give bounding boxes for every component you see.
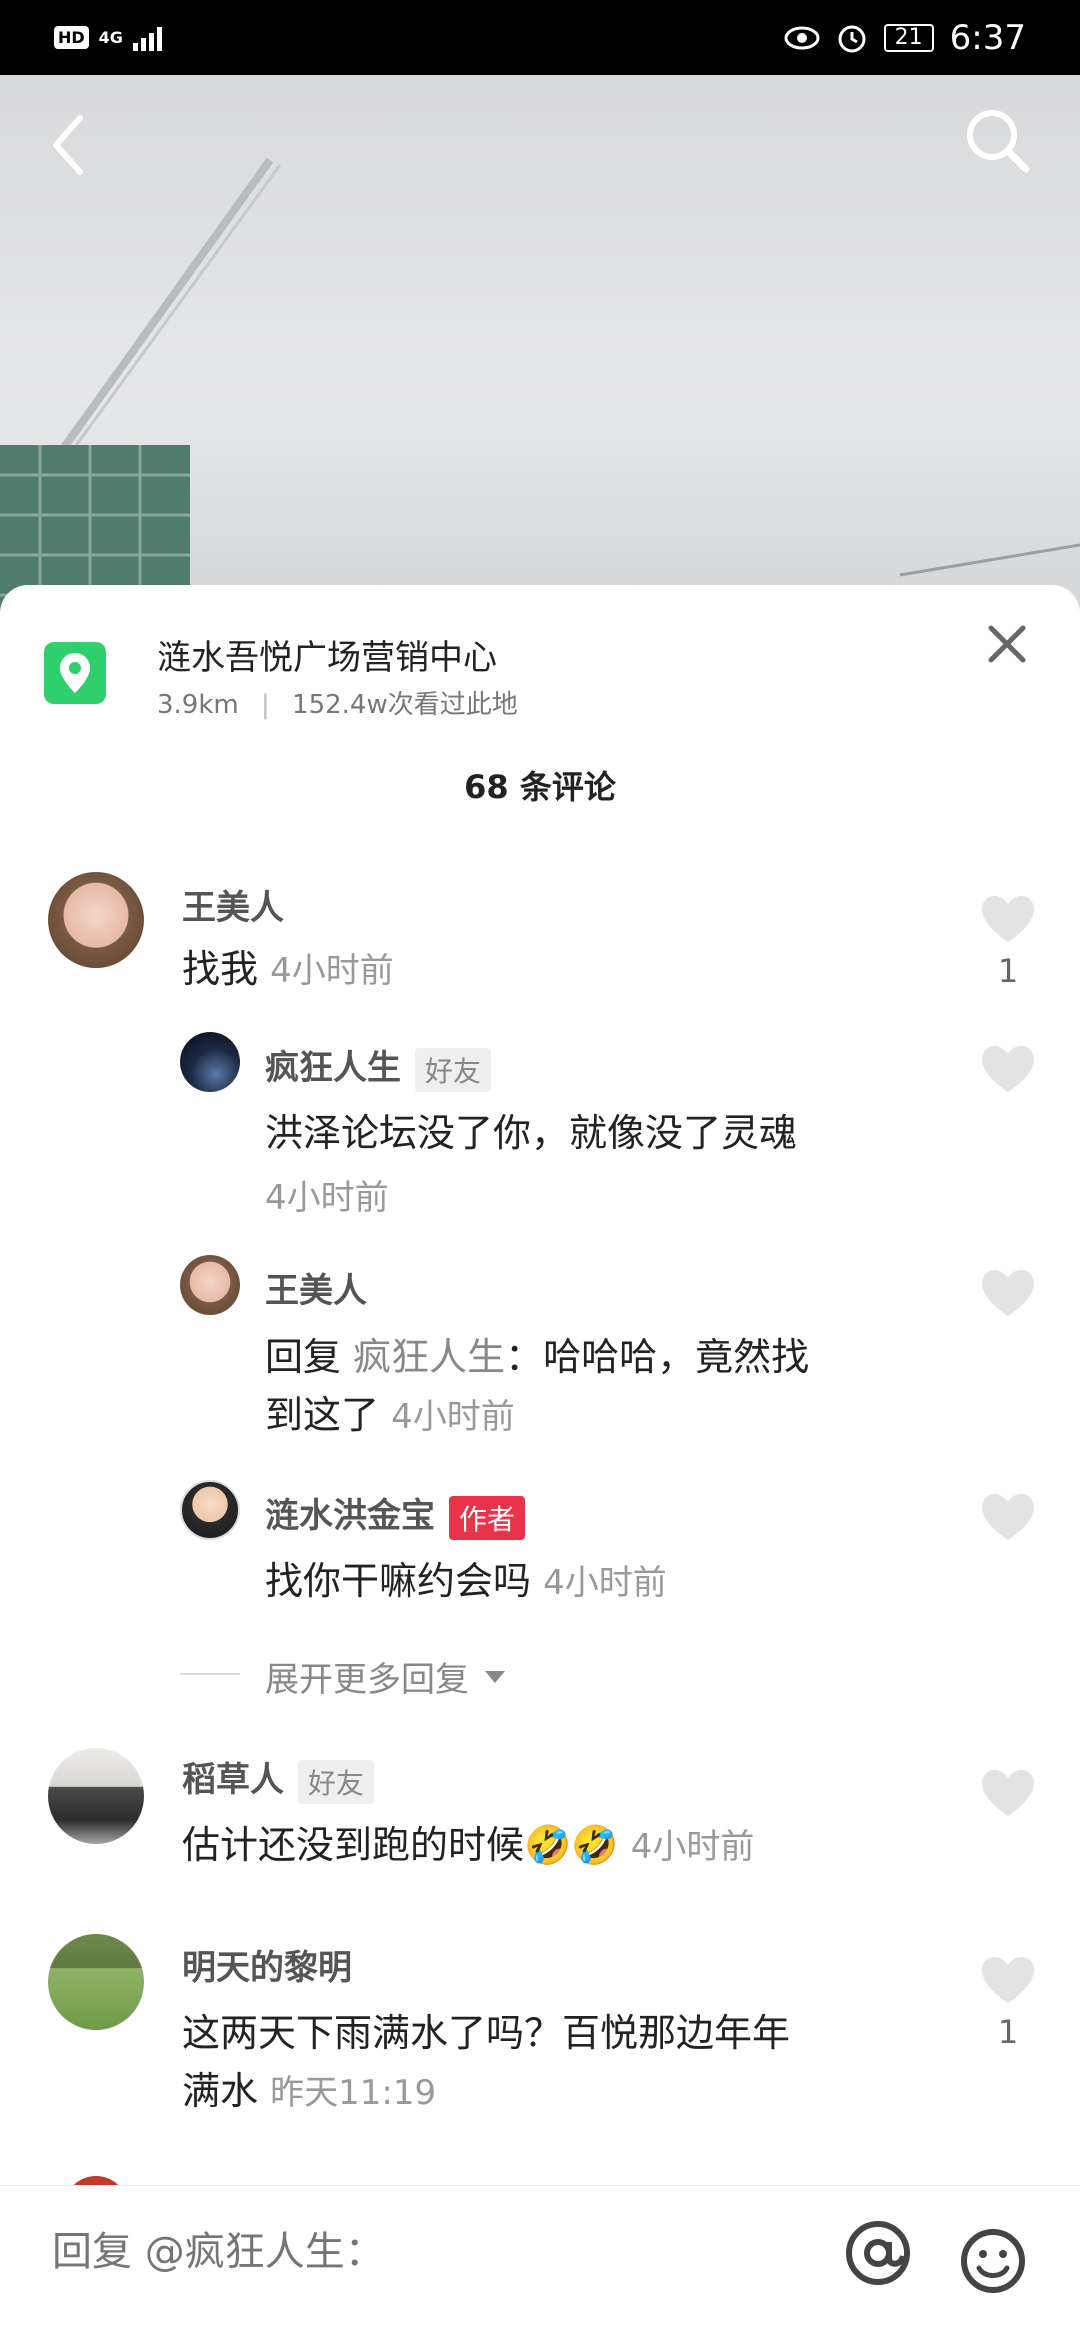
location-views: 152.4w次看过此地 [292,690,518,720]
avatar[interactable] [180,1255,240,1315]
like-button[interactable] [980,1044,1036,1098]
heart-icon [982,1494,1034,1540]
like-count: 1 [997,2013,1019,2051]
comment-body: 到这了 [265,1393,380,1437]
close-button[interactable] [985,622,1029,670]
comment-author[interactable]: 稻草人 好友 [182,1752,375,1804]
comment-time: 4小时前 [543,1563,667,1603]
location-distance: 3.9km [157,690,239,720]
friend-badge: 好友 [415,1047,492,1092]
battery-icon: 21 [883,23,934,52]
comment-text: 这两天下雨满水了吗？百悦那边年年 满水 昨天11:19 [182,2004,942,2122]
like-button[interactable] [980,1492,1036,1546]
at-icon [846,2221,910,2285]
expand-replies-button[interactable]: 展开更多回复 [265,1652,507,1701]
comment-author[interactable]: 王美人 [182,880,284,929]
comment-author[interactable]: 明天的黎明 [182,1940,352,1989]
comment-time: 4小时前 [265,1178,389,1218]
video-background [0,75,1080,615]
close-icon [988,625,1026,663]
author-name: 涟水洪金宝 [265,1496,435,1536]
comment-body: 找我 [182,947,259,991]
emoji: 🤣🤣 [524,1823,619,1867]
mention-button[interactable] [843,2218,913,2305]
author-name: 稻草人 [182,1760,284,1800]
divider [180,1673,240,1675]
like-button[interactable] [980,1768,1036,1822]
comment-author[interactable]: 涟水洪金宝 作者 [265,1488,526,1540]
comment-text: 找你干嘛约会吗 4小时前 [265,1552,667,1612]
author-badge: 作者 [449,1495,526,1540]
caret-down-icon [485,1670,505,1683]
avatar[interactable] [48,1934,144,2030]
heart-icon [982,896,1034,942]
avatar[interactable] [48,872,144,968]
comment-body: ：哈哈哈，竟然找 [505,1335,810,1379]
comment-time: 4小时前 [391,1397,515,1437]
mention-link[interactable]: 疯狂人生 [353,1335,505,1379]
heart-icon [982,1046,1034,1092]
author-name: 疯狂人生 [265,1048,401,1088]
like-count: 1 [997,952,1019,990]
crane-image [0,157,1080,615]
comment-time: 4小时前 [630,1827,755,1867]
comment-body: 估计还没到跑的时候 [182,1823,525,1867]
comment-body: 这两天下雨满水了吗？百悦那边年年 [182,2011,791,2055]
comment-author[interactable]: 疯狂人生 好友 [265,1040,492,1092]
heart-icon [982,1770,1034,1816]
comment-author[interactable]: 王美人 [265,1263,367,1312]
clock: 6:37 [949,17,1026,58]
back-arrow-icon [53,115,83,175]
reply-input[interactable] [50,2228,754,2276]
alarm-icon [838,25,866,52]
comment-text: 洪泽论坛没了你，就像没了灵魂 [265,1111,798,1155]
smiley-icon [961,2229,1025,2293]
comment-time: 4小时前 [270,951,394,991]
search-icon [967,110,1030,173]
comment-time: 昨天11:19 [270,2073,437,2113]
emoji-button[interactable] [960,2228,1026,2298]
like-button[interactable]: 1 [980,894,1036,990]
hd-indicator: HD [54,26,89,49]
comment-text: 回复 疯狂人生：哈哈哈，竟然找 到这了 4小时前 [265,1328,925,1446]
signal-icon [132,25,162,51]
avatar[interactable] [48,1748,144,1844]
friend-badge: 好友 [298,1759,375,1804]
avatar[interactable] [180,1480,240,1540]
comment-text: 找我 4小时前 [182,940,394,1000]
avatar[interactable] [180,1032,240,1092]
heart-icon [982,1957,1034,2003]
separator: | [261,690,270,720]
search-button[interactable] [962,105,1032,179]
back-button[interactable] [48,110,88,184]
like-button[interactable] [980,1268,1036,1322]
network-indicator: 4G [98,28,123,47]
like-button[interactable]: 1 [980,1955,1036,2051]
comment-count: 68 条评论 [464,768,616,806]
eye-icon [784,26,820,49]
reply-prefix: 回复 [265,1335,342,1379]
comment-body: 满水 [182,2069,259,2113]
location-pin-icon [44,642,106,704]
status-bar: HD 4G 21 6:37 [0,0,1080,75]
comment-text: 估计还没到跑的时候🤣🤣 4小时前 [182,1816,754,1876]
comment-body: 找你干嘛约会吗 [265,1559,532,1603]
battery-level: 21 [894,25,923,50]
location-stats: 3.9km | 152.4w次看过此地 [157,684,518,721]
heart-icon [982,1270,1034,1316]
expand-replies-label: 展开更多回复 [265,1660,469,1700]
location-name[interactable]: 涟水吾悦广场营销中心 [157,630,497,679]
